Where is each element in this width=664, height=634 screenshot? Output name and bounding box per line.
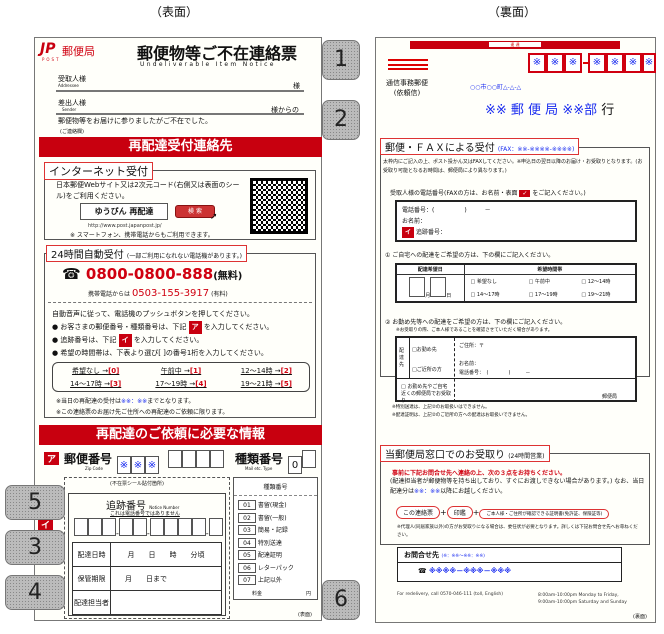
seal-note: (不在票シール貼付箇所) — [110, 481, 164, 487]
qr-code[interactable] — [250, 178, 308, 234]
phone-box[interactable]: 電話番号：( ) －お名前：イ 追跡番号： — [395, 200, 637, 242]
express-bar: 速 達 — [410, 41, 620, 49]
brand: 郵便局 — [62, 45, 95, 58]
postal-cell: ※ — [642, 53, 656, 73]
internet-title: インターネット受付 — [44, 162, 153, 180]
required-items: この連絡票 + 印鑑 + ご本人様・ご住所が確認できる証明書(免許証、保険証等) — [396, 506, 610, 519]
recipient-office: ※※ 郵 便 局 ※※部 行 — [485, 103, 615, 118]
callout-4: 4 — [5, 575, 65, 610]
subtitle: Undeliverable Item Notice — [140, 61, 276, 68]
mail-type: 通信事務郵便 (依頼信) — [386, 79, 428, 97]
work-delivery-q: ② お勤め先等への配達をご希望の方は、下の欄にご記入ください。 — [385, 319, 567, 326]
url[interactable]: http://www.post.japanpost.jp/ — [88, 223, 162, 229]
phone-icon: ☎ — [418, 567, 427, 575]
type-input[interactable]: 0 — [288, 450, 316, 474]
postal-cell: ※ — [546, 53, 564, 73]
smartphone-note: ※ スマートフォン、携帯電話からもご利用できます。 — [70, 232, 214, 239]
contact-note: (ご連絡欄) — [60, 129, 84, 135]
phone-line: ☎ 0800-0800-888(無料) — [62, 265, 243, 283]
front-side-note: (表面) — [298, 612, 312, 618]
type-en: Mail etc. Type — [245, 466, 273, 471]
window-instruction: 事前に下記お問合せ先へ連絡の上、次の３点をお持ちください。 — [392, 470, 567, 477]
auto-title: 24時間自動受付 (一部ご利用になれない電話機があります。) — [46, 245, 248, 262]
fax-notes: ※特別送達は、上記②のお取扱いはできません。 ※配達証明は、上記②のご近所の方への… — [392, 405, 531, 418]
phone-icon: ☎ — [62, 265, 81, 283]
logo-sub: POST — [42, 57, 61, 62]
delivery-info-table: 配達日時月 日 時 分頃 保管期限月 日まで 配達担当者 — [72, 542, 222, 615]
postal-cell: ※ — [624, 53, 642, 73]
work-delivery-box[interactable]: 配達先 □お勤め先 □ご近所の方 ご住所：〒 お名前： 電話番号： ( ) － … — [395, 336, 637, 404]
inquiry-box: お問合せ先 (※：※※〜※※：※※) ☎ ※※※※－※※※－※※※ — [397, 547, 622, 582]
absence-message: 郵便物等をお届けに参りましたがご不在でした。 — [58, 117, 212, 125]
mobile-line: 携帯電話からは 0503-155-3917 (有料) — [88, 288, 228, 299]
auto-instructions: 自動音声に従って、電話機のプッシュボタンを押してください。 ● お客さまの郵便番… — [52, 310, 274, 357]
tracking-input[interactable]: --- — [74, 518, 223, 538]
home-delivery-table: 配達希望日 希望時間帯 月日 □ 希望なし □ 午前中 □ 12〜14時 □ 14〜17… — [395, 263, 637, 303]
time-slot-table: 希望なし →[0] 午前中 →[1] 12〜14時 →[2] 14〜17時 →[… — [52, 362, 310, 392]
auto-notes: ※当日の再配達の受付は※※：※※までとなります。 ※この連絡票のお届け先ご住所へ… — [56, 398, 229, 416]
address: ○○市○○町△-△-△ — [470, 84, 522, 91]
callout-1: 1 — [322, 40, 360, 80]
fax-title: 郵便・ＦＡＸによる受付 (FAX：※※-※※※※-※※※※) — [380, 138, 580, 155]
storage-deadline-field[interactable]: 月 日まで — [110, 566, 222, 591]
postal-cell: ※ — [606, 53, 624, 73]
zip-en: Zip Code — [85, 466, 103, 471]
required-info-band: 再配達のご依頼に必要な情報 — [39, 425, 322, 445]
callout-6: 6 — [322, 580, 360, 620]
type-label: 種類番号 — [235, 452, 284, 466]
work-delivery-note: ※お受取りの際、ご本人様であることを確認させていただく場合があります。 — [396, 328, 553, 333]
type-list: 種類番号 01 書留(現金) 02 書留(一般) 03 簡易・記録 04 特別送… — [233, 477, 318, 600]
postal-cell: ※ — [528, 53, 546, 73]
addressee-en: Addressee — [58, 83, 79, 88]
back-side-note: (裏面) — [633, 614, 647, 620]
phone-title: 受取人様の電話番号(FAXの方は、お名前・表面 ✓ をご記入ください。) — [390, 190, 586, 197]
postal-cell: ※ — [564, 53, 582, 73]
window-desc: (配達担当者が郵便物等を持ち出しており、すぐにお渡しできない場合があります。) … — [390, 478, 645, 495]
carrier-field[interactable] — [110, 590, 222, 615]
back-label: （裏面） — [488, 5, 537, 19]
tracking-note: これは電話番号ではありません — [110, 511, 180, 517]
fax-desc: 太枠内にご記入の上、ポスト投かん又はFAXしてください。※申込日の翌日以降のお届… — [383, 159, 643, 174]
window-title: 当郵便局窓口でのお受取り (24時間営業) — [380, 445, 550, 462]
callout-5: 5 — [5, 485, 65, 520]
front-label: （表面） — [150, 5, 199, 19]
search-term-box: ゆうびん 再配達 — [80, 203, 168, 220]
callout-2: 2 — [322, 100, 360, 140]
jp-post-logo: JP — [40, 41, 56, 57]
internet-desc: 日本郵便Webサイト又は2次元コード(右側又は表面のシール)をご利用ください。 — [56, 181, 240, 200]
home-delivery-q: ① ご自宅への配達をご希望の方は、下の欄にご記入ください。 — [385, 252, 555, 259]
red-lines — [388, 59, 428, 70]
tag-a: ア — [44, 452, 60, 465]
callout-3: 3 — [5, 530, 65, 565]
sender-en: Sender — [62, 107, 77, 112]
cursor-icon: ➚ — [210, 212, 218, 222]
search-button[interactable]: 検 索 — [175, 205, 215, 218]
zip-label: 郵便番号 — [64, 452, 113, 466]
english-redelivery: For redelivery, call 0570-046-111 (toll,… — [397, 592, 504, 597]
proxy-note: ※代理人(同居家族以外)の方がお受取りになる場合は、委任状が必要となります。詳し… — [397, 525, 638, 538]
delivery-datetime-field[interactable]: 月 日 時 分頃 — [110, 542, 222, 567]
english-hours: 8:00am-10:00pm Monday to Friday, 9:00am-1… — [538, 593, 627, 605]
redelivery-contact-band: 再配達受付連絡先 — [39, 137, 322, 157]
postal-cell: ※ — [588, 53, 606, 73]
zip-input[interactable]: ※ ※ ※ — [117, 450, 224, 474]
